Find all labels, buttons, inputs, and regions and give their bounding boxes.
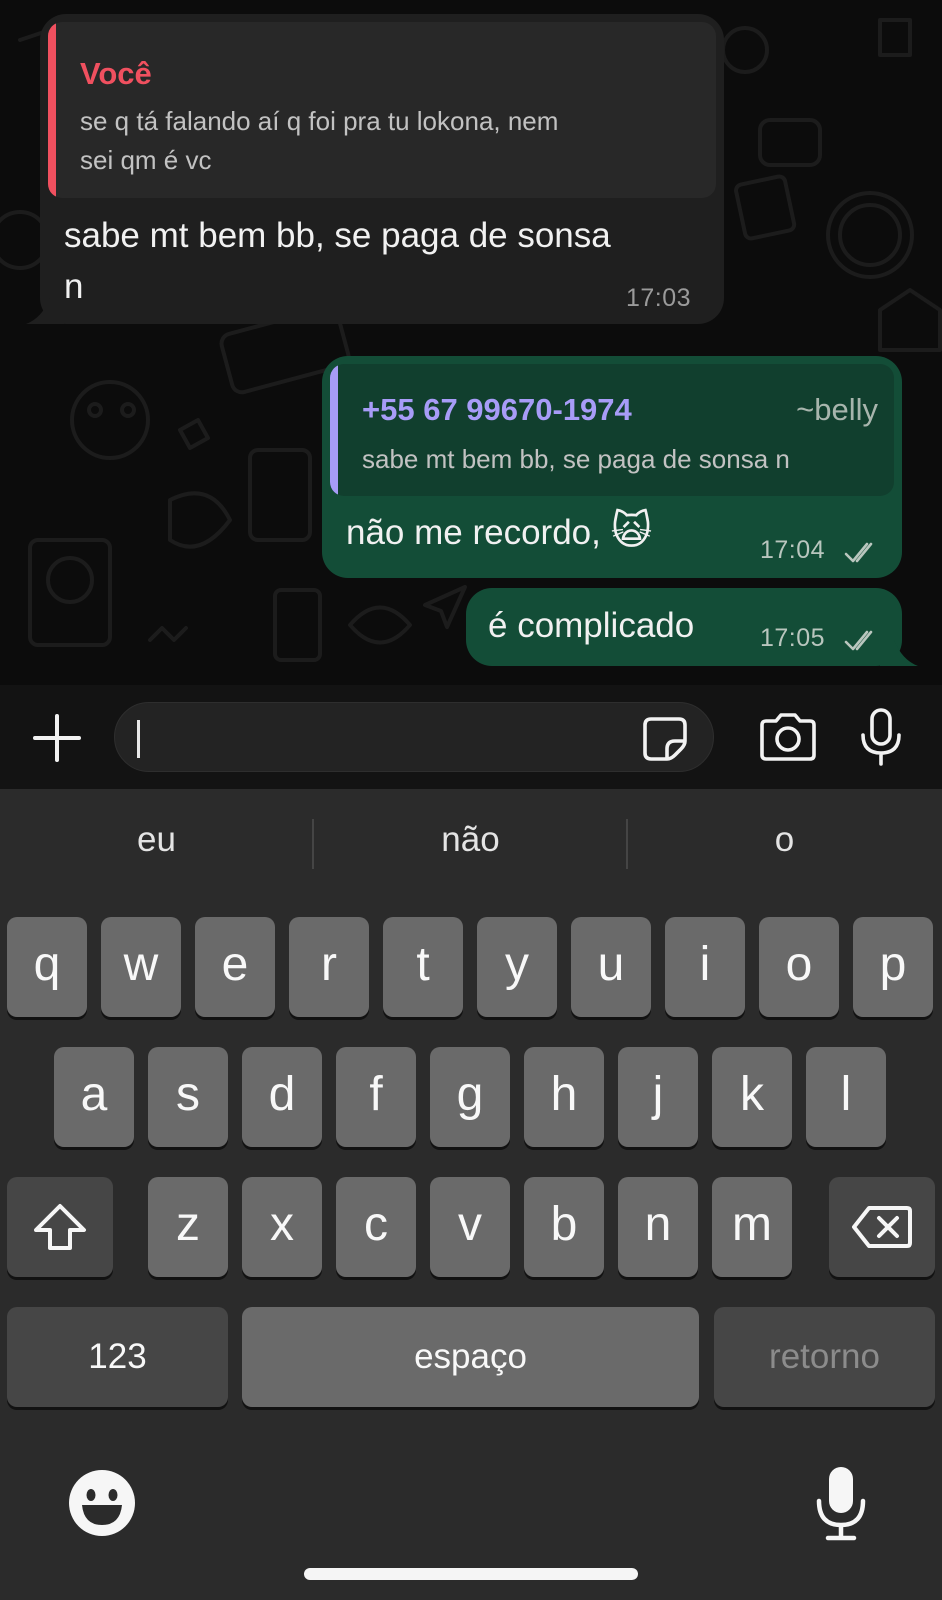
quote-text-line: se q tá falando aí q foi pra tu lokona, … — [80, 106, 559, 136]
quote-alias: ~belly — [796, 392, 878, 427]
suggestion-item[interactable]: eu — [0, 789, 313, 891]
message-time: 17:04 — [760, 536, 826, 564]
emoji: 🙀 — [610, 509, 653, 553]
emoji-icon[interactable] — [68, 1469, 136, 1537]
bubble-tail — [880, 640, 918, 666]
key-letter[interactable]: f — [336, 1047, 416, 1147]
key-letter[interactable]: i — [665, 917, 745, 1017]
key-letter[interactable]: q — [7, 917, 87, 1017]
dictation-icon[interactable] — [814, 1465, 868, 1541]
key-letter[interactable]: l — [806, 1047, 886, 1147]
quote-bar — [330, 364, 338, 496]
backspace-key[interactable] — [829, 1177, 935, 1277]
message-text-line: n — [64, 267, 84, 306]
space-key[interactable]: espaço — [242, 1307, 699, 1407]
key-letter[interactable]: m — [712, 1177, 792, 1277]
message-text-line: sabe mt bem bb, se paga de sonsa — [64, 216, 611, 255]
key-letter[interactable]: h — [524, 1047, 604, 1147]
message-outgoing[interactable]: +55 67 99670-1974 ~belly sabe mt bem bb,… — [322, 356, 902, 578]
suggestion-item[interactable]: o — [628, 789, 941, 891]
message-input[interactable] — [114, 702, 714, 772]
key-letter[interactable]: v — [430, 1177, 510, 1277]
key-letter[interactable]: d — [242, 1047, 322, 1147]
read-ticks-icon — [844, 630, 873, 651]
sticker-icon[interactable] — [641, 715, 689, 763]
quoted-message[interactable]: +55 67 99670-1974 ~belly sabe mt bem bb,… — [330, 364, 894, 496]
key-letter[interactable]: k — [712, 1047, 792, 1147]
key-letter[interactable]: a — [54, 1047, 134, 1147]
key-letter[interactable]: b — [524, 1177, 604, 1277]
key-letter[interactable]: u — [571, 917, 651, 1017]
quoted-message[interactable]: Você se q tá falando aí q foi pra tu lok… — [48, 22, 716, 198]
suggestion-item[interactable]: não — [314, 789, 627, 891]
composer-bar — [0, 685, 942, 789]
backspace-icon — [852, 1206, 912, 1248]
bubble-tail — [26, 298, 64, 324]
numbers-key[interactable]: 123 — [7, 1307, 228, 1407]
key-letter[interactable]: j — [618, 1047, 698, 1147]
key-letter[interactable]: s — [148, 1047, 228, 1147]
microphone-icon[interactable] — [858, 707, 904, 767]
message-text-line: não me recordo, — [346, 513, 601, 552]
chat-area[interactable]: Você se q tá falando aí q foi pra tu lok… — [0, 0, 942, 685]
key-letter[interactable]: p — [853, 917, 933, 1017]
camera-icon[interactable] — [758, 713, 818, 761]
message-text: é complicado — [488, 606, 695, 645]
plus-icon[interactable] — [32, 713, 82, 763]
key-letter[interactable]: y — [477, 917, 557, 1017]
key-letter[interactable]: g — [430, 1047, 510, 1147]
quote-text-line: sei qm é vc — [80, 145, 212, 175]
shift-key[interactable] — [7, 1177, 113, 1277]
read-ticks-icon — [844, 542, 873, 563]
key-letter[interactable]: r — [289, 917, 369, 1017]
shift-icon — [34, 1204, 86, 1250]
message-time: 17:05 — [760, 624, 826, 652]
message-outgoing[interactable]: é complicado 17:05 — [466, 588, 902, 666]
message-time: 17:03 — [626, 284, 692, 312]
quote-author: +55 67 99670-1974 — [362, 392, 632, 427]
key-letter[interactable]: c — [336, 1177, 416, 1277]
text-caret — [137, 720, 140, 758]
quote-author: Você — [80, 56, 152, 91]
quote-bar — [48, 22, 56, 198]
home-indicator[interactable] — [304, 1568, 638, 1580]
key-letter[interactable]: n — [618, 1177, 698, 1277]
message-incoming[interactable]: Você se q tá falando aí q foi pra tu lok… — [40, 14, 724, 324]
message-text: não me recordo, 🙀 — [346, 506, 652, 558]
key-letter[interactable]: t — [383, 917, 463, 1017]
return-key[interactable]: retorno — [714, 1307, 935, 1407]
key-letter[interactable]: x — [242, 1177, 322, 1277]
key-letter[interactable]: z — [148, 1177, 228, 1277]
key-letter[interactable]: e — [195, 917, 275, 1017]
keyboard: eu não o q w e r t y u i o p a s d f g h… — [0, 789, 942, 1600]
quote-text: sabe mt bem bb, se paga de sonsa n — [362, 444, 790, 474]
quote-text: se q tá falando aí q foi pra tu lokona, … — [80, 102, 558, 180]
key-letter[interactable]: o — [759, 917, 839, 1017]
message-text: sabe mt bem bb, se paga de sonsa n — [64, 210, 611, 312]
key-letter[interactable]: w — [101, 917, 181, 1017]
